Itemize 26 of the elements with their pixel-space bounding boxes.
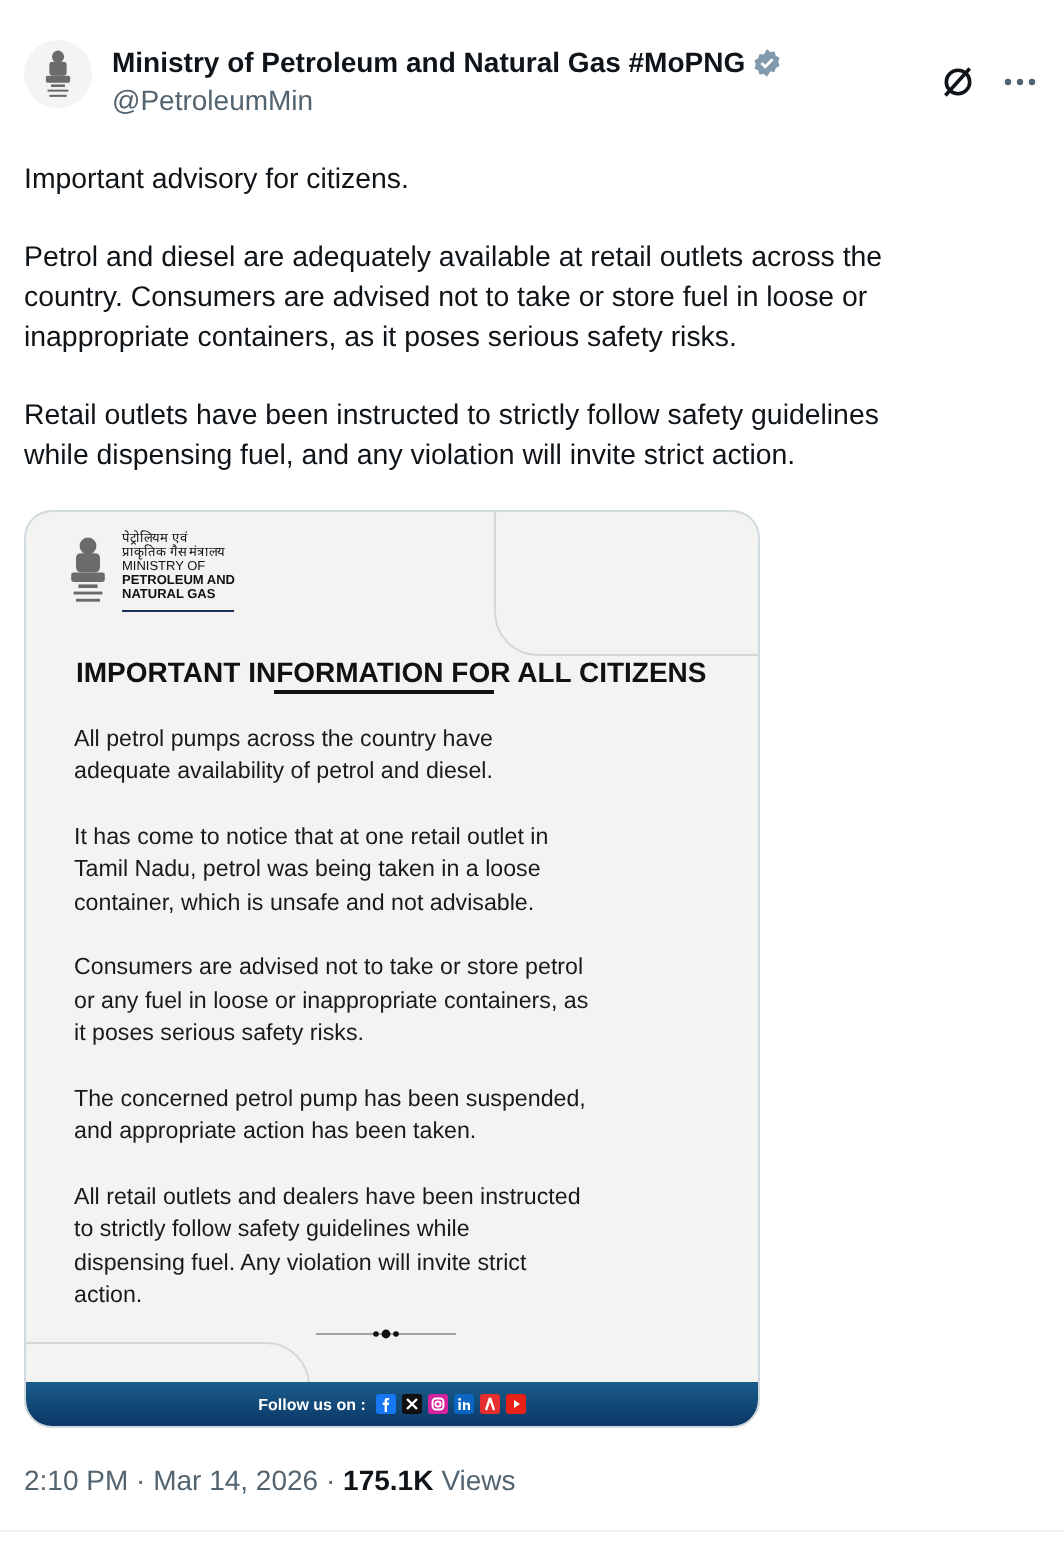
poster-paragraph: All retail outlets and dealers have been instructed to strictly follow safety guidelines while dispensing fuel. Any violation will invite strict action.	[74, 1181, 583, 1312]
slashed-circle-icon[interactable]	[940, 64, 976, 100]
linkedin-icon[interactable]	[453, 1394, 474, 1414]
poster-paragraph: Consumers are advised not to take or store petrol or any fuel in loose or inappropriate containers, as it poses serious safety risks.	[74, 952, 591, 1050]
tweet-text: Petrol and diesel are adequately available at retail outlets across the country. Consumers are advised not to take or store fuel in loose or inappropriate containers, as it poses serious safety risks.	[24, 240, 885, 358]
ornament-divider-icon	[316, 1325, 456, 1341]
poster-paragraph: The concerned petrol pump has been suspended, and appropriate action has been taken.	[74, 1083, 588, 1148]
poster-heading: IMPORTANT INFORMATION FOR ALL CITIZENS	[76, 656, 709, 688]
avatar[interactable]	[24, 40, 92, 108]
timestamp[interactable]: 2:10 PM · Mar 14, 2026 ·	[24, 1464, 344, 1496]
x-logo-icon[interactable]	[401, 1394, 422, 1414]
poster-paragraph: All petrol pumps across the country have adequate availability of petrol and diesel.	[74, 723, 495, 788]
more-icon[interactable]	[1004, 78, 1036, 86]
facebook-icon[interactable]	[375, 1394, 396, 1414]
tweet-text: Retail outlets have been instructed to strictly follow safety guidelines while dispensing fuel, and any violation will invite strict action.	[24, 398, 881, 476]
views-label: Views	[441, 1464, 516, 1496]
author-handle[interactable]: @PetroleumMin	[112, 84, 920, 116]
tweet-text: Important advisory for citizens.	[24, 162, 411, 200]
poster-paragraph: It has come to notice that at one retail outlet in Tamil Nadu, petrol was being taken in a loose container, which is unsafe and not advisable.	[74, 821, 551, 919]
instagram-icon[interactable]	[427, 1394, 448, 1414]
view-count: 175.1K	[343, 1464, 434, 1496]
poster-image[interactable]	[24, 510, 760, 1428]
youtube-icon[interactable]	[505, 1394, 526, 1414]
follow-text: Follow us on :	[258, 1395, 366, 1413]
emblem-icon	[40, 48, 76, 100]
author-name[interactable]: Ministry of Petroleum and Natural Gas #MoPNG	[112, 46, 746, 78]
